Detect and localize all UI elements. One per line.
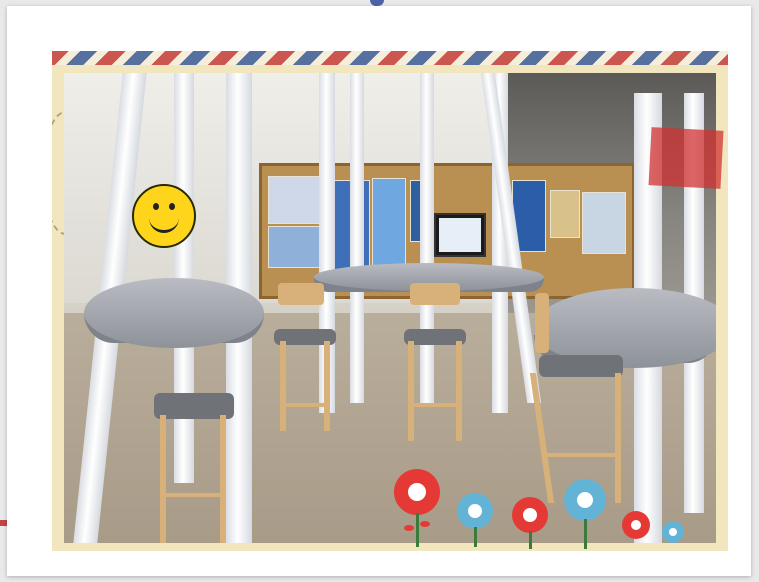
stool-leg [324, 341, 330, 431]
round-table-left [84, 278, 264, 348]
flower-center [468, 504, 482, 518]
flower-center [577, 492, 593, 508]
stool-back [278, 283, 324, 305]
flower-center [523, 508, 537, 522]
flower-stem [474, 527, 477, 547]
stool-back [535, 293, 549, 353]
parcel-stamp-sticker [648, 127, 724, 189]
airmail-stripe-border [52, 51, 728, 65]
stool-leg [529, 373, 555, 503]
smiley-eye [169, 203, 175, 210]
stool-leg [408, 341, 414, 441]
poster [582, 192, 626, 254]
flower-stem [584, 519, 587, 549]
left-edge-mark [0, 520, 7, 526]
computer-monitor [434, 213, 486, 257]
flower-sticker [512, 497, 552, 551]
wooden-stool [404, 283, 474, 443]
stool-rung [280, 403, 330, 407]
monitor-screen [439, 218, 481, 252]
wooden-stool [154, 393, 244, 543]
stool-rung [408, 403, 462, 407]
flower-sticker [457, 493, 497, 549]
flower-center [408, 483, 426, 501]
flower-stem [529, 531, 532, 549]
flower-sticker [662, 521, 688, 549]
stool-seat [539, 355, 623, 377]
flower-leaf [404, 525, 414, 531]
stool-back [410, 283, 460, 305]
flower-sticker [622, 511, 654, 549]
stool-leg [456, 341, 462, 441]
flower-sticker [564, 479, 610, 551]
smiley-mouth [149, 216, 179, 233]
photo-card [7, 6, 751, 576]
flower-leaf [420, 521, 430, 527]
flower-center [631, 520, 641, 530]
smiley-face-sticker [132, 184, 196, 248]
lobby-photo [64, 73, 716, 543]
stool-leg [615, 373, 621, 503]
stool-rung [160, 493, 226, 497]
poster [372, 178, 406, 272]
flower-sticker [394, 469, 444, 549]
smiley-eye [153, 203, 159, 210]
stool-leg [220, 415, 226, 543]
decorative-photo-frame [52, 51, 728, 551]
white-pillar [350, 73, 364, 403]
stool-leg [160, 415, 166, 543]
poster [550, 190, 580, 238]
flower-center [669, 528, 677, 536]
stool-rung [547, 453, 617, 457]
flower-stem [416, 513, 419, 547]
wooden-stool [274, 283, 344, 433]
stool-leg [280, 341, 286, 431]
